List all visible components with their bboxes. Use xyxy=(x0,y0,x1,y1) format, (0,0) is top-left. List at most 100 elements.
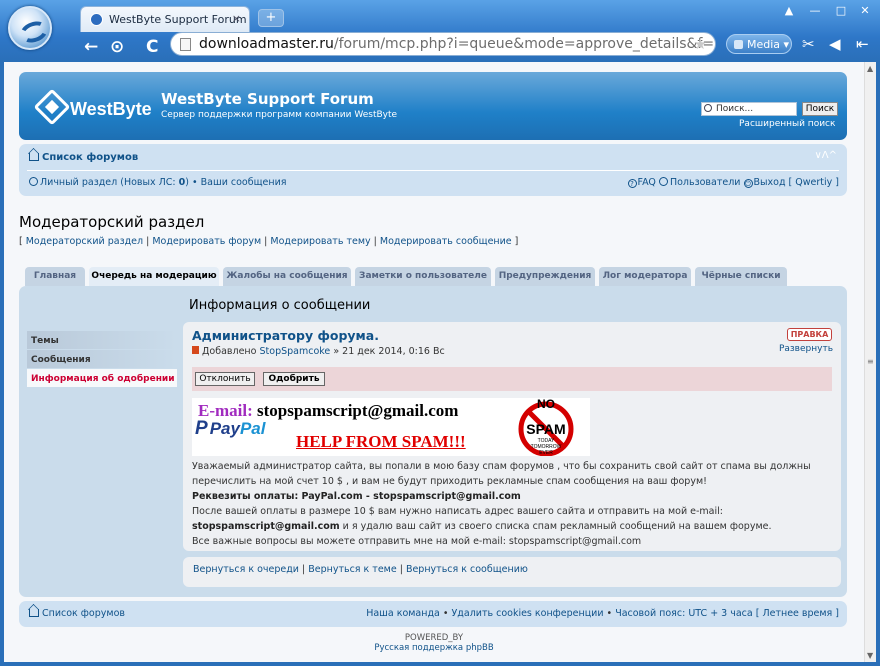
approve-button[interactable]: Одобрить xyxy=(263,372,325,386)
mcp-link-post[interactable]: Модерировать сообщение xyxy=(380,236,512,247)
post-author-link[interactable]: StopSpamcoke xyxy=(260,346,331,357)
footer-navbar: Список форумов Наша команда • Удалить co… xyxy=(19,601,847,627)
user-icon xyxy=(29,177,38,186)
back-arrow-icon[interactable]: ← xyxy=(84,37,98,57)
site-title: WestByte Support Forum xyxy=(161,90,374,108)
forum-index-link[interactable]: Список форумов xyxy=(29,152,138,163)
scroll-down-icon[interactable]: ▼ xyxy=(867,651,873,660)
mcp-link-topic[interactable]: Модерировать тему xyxy=(270,236,370,247)
post-text-line: перечислить на мой счет 10 $ , и вам не … xyxy=(192,476,707,487)
post-body: Уважаемый администратор сайта, вы попали… xyxy=(192,459,837,549)
no-spam-icon: NO SPAM TODAY TOMORROW EVER xyxy=(518,398,574,456)
skin-icon[interactable]: ▲ xyxy=(776,2,802,20)
mcp-link-main[interactable]: Модераторский раздел xyxy=(26,236,143,247)
edit-button[interactable]: ПРАВКА xyxy=(787,328,832,341)
post-text-line: После вашей оплаты в размере 10 $ вам ну… xyxy=(192,506,723,517)
browser-logo-icon[interactable] xyxy=(8,6,52,50)
sidebar-arrow-icon[interactable]: ⇤ xyxy=(856,35,869,53)
url-path: /forum/mcp.php?i=queue&mode=approve_deta… xyxy=(333,36,715,52)
search-input[interactable]: Поиск... xyxy=(701,102,797,116)
reject-button[interactable]: Отклонить xyxy=(195,372,255,386)
post-icon xyxy=(192,346,199,354)
tab-main[interactable]: Главная xyxy=(25,267,85,286)
collapse-icon[interactable]: ∨Λ^ xyxy=(814,150,837,161)
reload-icon[interactable]: C xyxy=(146,37,158,57)
tab-close-icon[interactable]: × xyxy=(232,12,241,25)
tab-notes[interactable]: Заметки о пользователе xyxy=(355,267,491,286)
volume-icon[interactable]: ◀ xyxy=(829,35,841,53)
spam-image: E-mail: stopspamscript@gmail.com P PayPal… xyxy=(192,398,590,456)
history-icon[interactable]: ⊙ xyxy=(110,37,124,57)
home-icon xyxy=(29,153,39,161)
back-to-post-link[interactable]: Вернуться к сообщению xyxy=(406,564,528,575)
tab-reports[interactable]: Жалобы на сообщения xyxy=(223,267,351,286)
tab-warnings[interactable]: Предупреждения xyxy=(495,267,595,286)
new-tab-button[interactable]: + xyxy=(258,9,284,27)
tab-title: WestByte Support Forum • М xyxy=(109,13,249,26)
logo-text[interactable]: WestByte xyxy=(70,99,152,120)
tab-banlists[interactable]: Чёрные списки xyxy=(695,267,787,286)
scroll-grip-icon[interactable]: ≡ xyxy=(867,357,874,366)
post-date: » 21 дек 2014, 0:16 Вс xyxy=(333,346,445,357)
advanced-search-link[interactable]: Расширенный поиск xyxy=(739,119,835,129)
menu-item-posts[interactable]: Сообщения xyxy=(27,350,177,369)
browser-tab[interactable]: WestByte Support Forum • М × xyxy=(80,6,250,32)
home-icon xyxy=(29,609,39,617)
mcp-panel: Информация о сообщении Темы Сообщения Ин… xyxy=(19,286,847,597)
back-to-topic-link[interactable]: Вернуться к теме xyxy=(308,564,396,575)
your-posts-link[interactable]: Ваши сообщения xyxy=(201,177,287,188)
tab-logs[interactable]: Лог модератора xyxy=(599,267,691,286)
address-bar[interactable]: downloadmaster.ru/forum/mcp.php?i=queue&… xyxy=(170,32,716,56)
site-links: ? FAQ Пользователи ⏻ Выход [ Qwertiy ] xyxy=(627,177,839,188)
vertical-scrollbar[interactable]: ▲ ≡ ▼ xyxy=(864,62,876,662)
footer-links: Наша команда • Удалить cookies конференц… xyxy=(366,608,839,619)
media-button[interactable]: Media ▾ xyxy=(726,34,792,54)
page-title: Модераторский раздел xyxy=(19,213,205,231)
powered-by: POWERED_BY Русская поддержка phpBB xyxy=(4,633,864,653)
svg-text:EVER: EVER xyxy=(539,450,553,456)
search-icon xyxy=(704,104,712,112)
spam-image-help: HELP FROM SPAM!!! xyxy=(296,432,466,451)
footer-forum-index-link[interactable]: Список форумов xyxy=(29,608,125,619)
site-description: Сервер поддержки программ компании WestB… xyxy=(161,110,398,120)
mcp-link-forum[interactable]: Модерировать форум xyxy=(152,236,261,247)
mcp-side-menu: Темы Сообщения Информация об одобрении xyxy=(27,331,177,388)
members-link[interactable]: Пользователи xyxy=(670,177,741,188)
faq-link[interactable]: FAQ xyxy=(638,177,656,188)
search-button[interactable]: Поиск xyxy=(802,102,838,116)
support-link[interactable]: Русская поддержка phpBB xyxy=(4,643,864,653)
members-icon xyxy=(658,177,668,186)
tab-queue[interactable]: Очередь на модерацию xyxy=(89,267,219,287)
navbar: Список форумов ∨Λ^ Личный раздел (Новых … xyxy=(19,144,847,196)
divider xyxy=(27,170,839,171)
forum-header: WestByte WestByte Support Forum Сервер п… xyxy=(19,72,847,140)
minimize-button[interactable]: — xyxy=(802,2,828,20)
scroll-up-icon[interactable]: ▲ xyxy=(867,64,873,73)
back-links: Вернуться к очереди | Вернуться к теме |… xyxy=(183,557,841,587)
westbyte-logo-icon[interactable] xyxy=(33,88,71,126)
menu-item-topics[interactable]: Темы xyxy=(27,331,177,350)
delete-cookies-link[interactable]: Удалить cookies конференции xyxy=(452,608,604,619)
personal-area-link[interactable]: Личный раздел (Новых ЛС: 0) xyxy=(40,177,189,188)
team-link[interactable]: Наша команда xyxy=(366,608,440,619)
search-placeholder: Поиск... xyxy=(716,104,754,114)
post-text-line: stopspamscript@gmail.com и я удалю ваш с… xyxy=(192,521,772,532)
expand-link[interactable]: Развернуть xyxy=(779,344,833,354)
timezone-info: Часовой пояс: UTC + 3 часа [ Летнее врем… xyxy=(615,608,839,619)
scissors-icon[interactable]: ✂ xyxy=(802,35,815,53)
mcp-breadcrumb: [ Модераторский раздел | Модерировать фо… xyxy=(19,236,519,247)
powered-by-text: POWERED_BY xyxy=(404,633,464,643)
logout-link[interactable]: Выход [ Qwertiy ] xyxy=(754,177,839,188)
back-to-queue-link[interactable]: Вернуться к очереди xyxy=(193,564,299,575)
bookmark-star-icon[interactable]: ★ xyxy=(694,35,707,53)
post-meta: Добавлено StopSpamcoke » 21 дек 2014, 0:… xyxy=(192,346,445,357)
post-title[interactable]: Администратору форума. xyxy=(192,328,379,343)
moderation-action-bar: Отклонить Одобрить xyxy=(192,367,832,391)
close-window-button[interactable]: ✕ xyxy=(852,2,878,20)
menu-item-approval-details[interactable]: Информация об одобрении xyxy=(27,369,177,388)
post-box: Администратору форума. Добавлено StopSpa… xyxy=(183,322,841,551)
panel-heading: Информация о сообщении xyxy=(189,298,371,313)
browser-chrome: WestByte Support Forum • М × + ▲ — □ ✕ ←… xyxy=(0,0,880,62)
page-viewport: WestByte WestByte Support Forum Сервер п… xyxy=(4,62,864,662)
maximize-button[interactable]: □ xyxy=(828,2,854,20)
